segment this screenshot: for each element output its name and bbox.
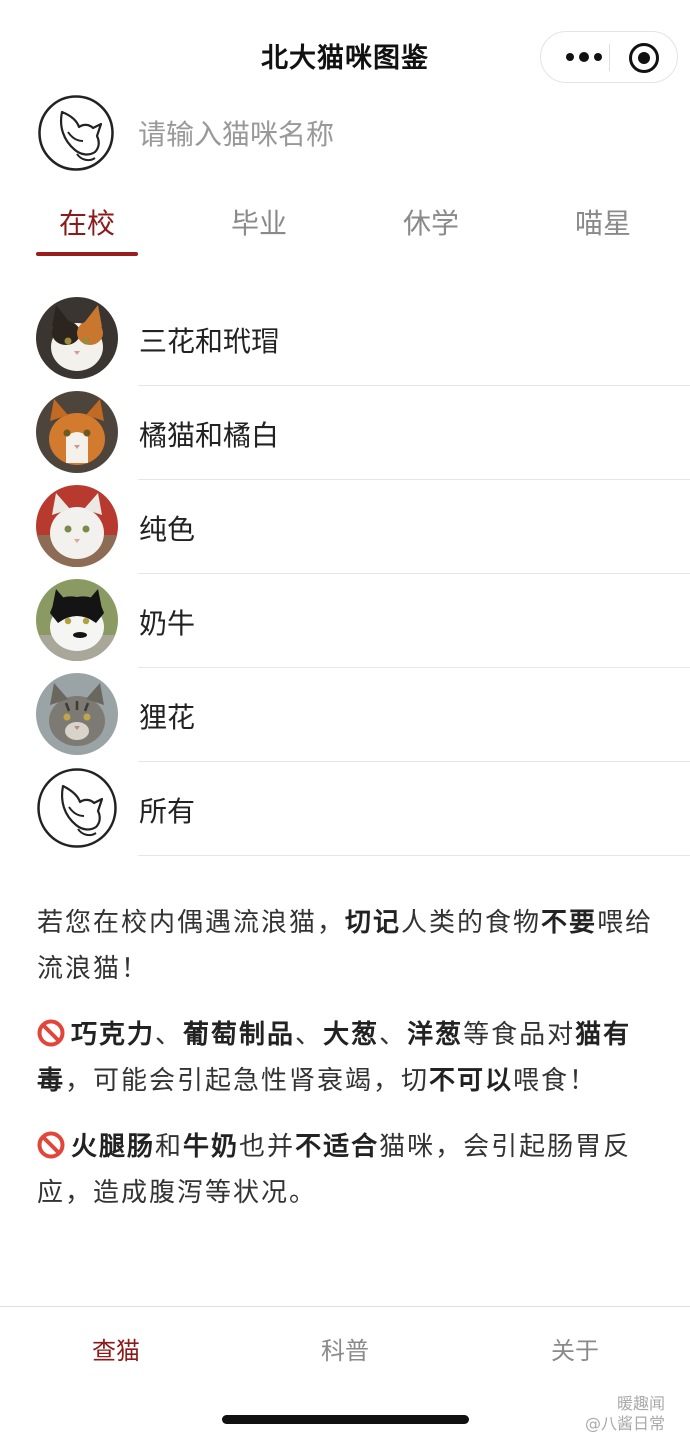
list-item-tabby[interactable]: 狸花 xyxy=(0,668,690,762)
notice-emphasis: 葡萄制品 xyxy=(183,1020,296,1050)
tabby-cat-photo xyxy=(36,673,118,755)
notice-text: 、 xyxy=(295,1020,324,1050)
home-indicator[interactable] xyxy=(222,1415,469,1424)
list-item-label: 奶牛 xyxy=(139,607,196,640)
search-row xyxy=(0,94,690,174)
mini-program-capsule xyxy=(540,31,678,83)
tab-enrolled[interactable]: 在校 xyxy=(37,202,137,242)
notice-text: 等食品对 xyxy=(463,1020,576,1050)
notice-emphasis: 切记 xyxy=(345,908,402,938)
notice-text: 若您在校内偶遇流浪猫， xyxy=(37,908,346,938)
list-item-label: 橘猫和橘白 xyxy=(139,419,280,452)
tabbar-item-science[interactable]: 科普 xyxy=(285,1331,405,1366)
list-item-label: 三花和玳瑁 xyxy=(139,325,280,358)
notice-paragraph: 巧克力、葡萄制品、大葱、洋葱等食品对猫有毒，可能会引起急性肾衰竭，切不可以喂食！ xyxy=(37,1012,655,1104)
notice-paragraph: 若您在校内偶遇流浪猫，切记人类的食物不要喂给流浪猫！ xyxy=(37,900,655,992)
category-list: 三花和玳瑁 橘猫和橘白 纯色 奶牛 狸花 所有 xyxy=(0,292,690,856)
tabbar-item-search-cat[interactable]: 查猫 xyxy=(56,1331,176,1366)
list-item-calico[interactable]: 三花和玳瑁 xyxy=(0,292,690,386)
active-tab-indicator xyxy=(36,252,138,256)
tab-suspended[interactable]: 休学 xyxy=(381,202,481,242)
notice-emphasis: 巧克力 xyxy=(71,1020,156,1050)
notice-text: 人类的食物 xyxy=(401,908,542,938)
cat-logo-icon xyxy=(38,95,114,171)
close-mini-program-icon[interactable] xyxy=(629,43,659,73)
list-item-label: 狸花 xyxy=(139,701,196,734)
list-item-tuxedo[interactable]: 奶牛 xyxy=(0,574,690,668)
list-item-orange[interactable]: 橘猫和橘白 xyxy=(0,386,690,480)
list-item-label: 所有 xyxy=(139,795,196,828)
notice-text: 喂食！ xyxy=(513,1066,598,1096)
notice-paragraph: 火腿肠和牛奶也并不适合猫咪，会引起肠胃反应，造成腹泻等状况。 xyxy=(37,1124,655,1216)
list-item-label: 纯色 xyxy=(139,513,196,546)
notice-emphasis: 不要 xyxy=(541,908,598,938)
notice-text: 和 xyxy=(155,1132,184,1162)
cat-logo-icon xyxy=(36,767,118,849)
tuxedo-cat-photo xyxy=(36,579,118,661)
list-divider xyxy=(138,855,690,856)
notice-emphasis: 洋葱 xyxy=(407,1020,464,1050)
list-item-solid[interactable]: 纯色 xyxy=(0,480,690,574)
search-input[interactable] xyxy=(138,114,658,154)
tab-cat-star[interactable]: 喵星 xyxy=(553,202,653,242)
notice-text: 也并 xyxy=(239,1132,296,1162)
calico-cat-photo xyxy=(36,297,118,379)
more-options-icon[interactable] xyxy=(559,32,609,82)
notice-emphasis: 不可以 xyxy=(429,1066,514,1096)
orange-white-cat-photo xyxy=(36,391,118,473)
navigation-bar: 北大猫咪图鉴 xyxy=(0,0,690,92)
capsule-divider xyxy=(609,44,610,71)
watermark-line: 暖趣闻 xyxy=(617,1394,666,1413)
white-cat-photo xyxy=(36,485,118,567)
watermark: 暖趣闻 @八酱日常 xyxy=(585,1394,665,1434)
feeding-notice: 若您在校内偶遇流浪猫，切记人类的食物不要喂给流浪猫！ 巧克力、葡萄制品、大葱、洋… xyxy=(37,900,655,1236)
notice-emphasis: 不适合 xyxy=(295,1132,380,1162)
notice-emphasis: 大葱 xyxy=(323,1020,380,1050)
tabbar-item-about[interactable]: 关于 xyxy=(515,1331,635,1366)
notice-text: ，可能会引起急性肾衰竭，切 xyxy=(65,1066,430,1096)
tab-graduated[interactable]: 毕业 xyxy=(209,202,309,242)
notice-emphasis: 牛奶 xyxy=(183,1132,240,1162)
notice-text: 、 xyxy=(379,1020,408,1050)
list-item-all[interactable]: 所有 xyxy=(0,762,690,856)
watermark-line: @八酱日常 xyxy=(585,1414,666,1433)
prohibited-icon xyxy=(37,1019,65,1047)
notice-text: 、 xyxy=(155,1020,184,1050)
prohibited-icon xyxy=(37,1131,65,1159)
status-tabs: 在校 毕业 休学 喵星 xyxy=(0,192,690,258)
notice-emphasis: 火腿肠 xyxy=(71,1132,156,1162)
